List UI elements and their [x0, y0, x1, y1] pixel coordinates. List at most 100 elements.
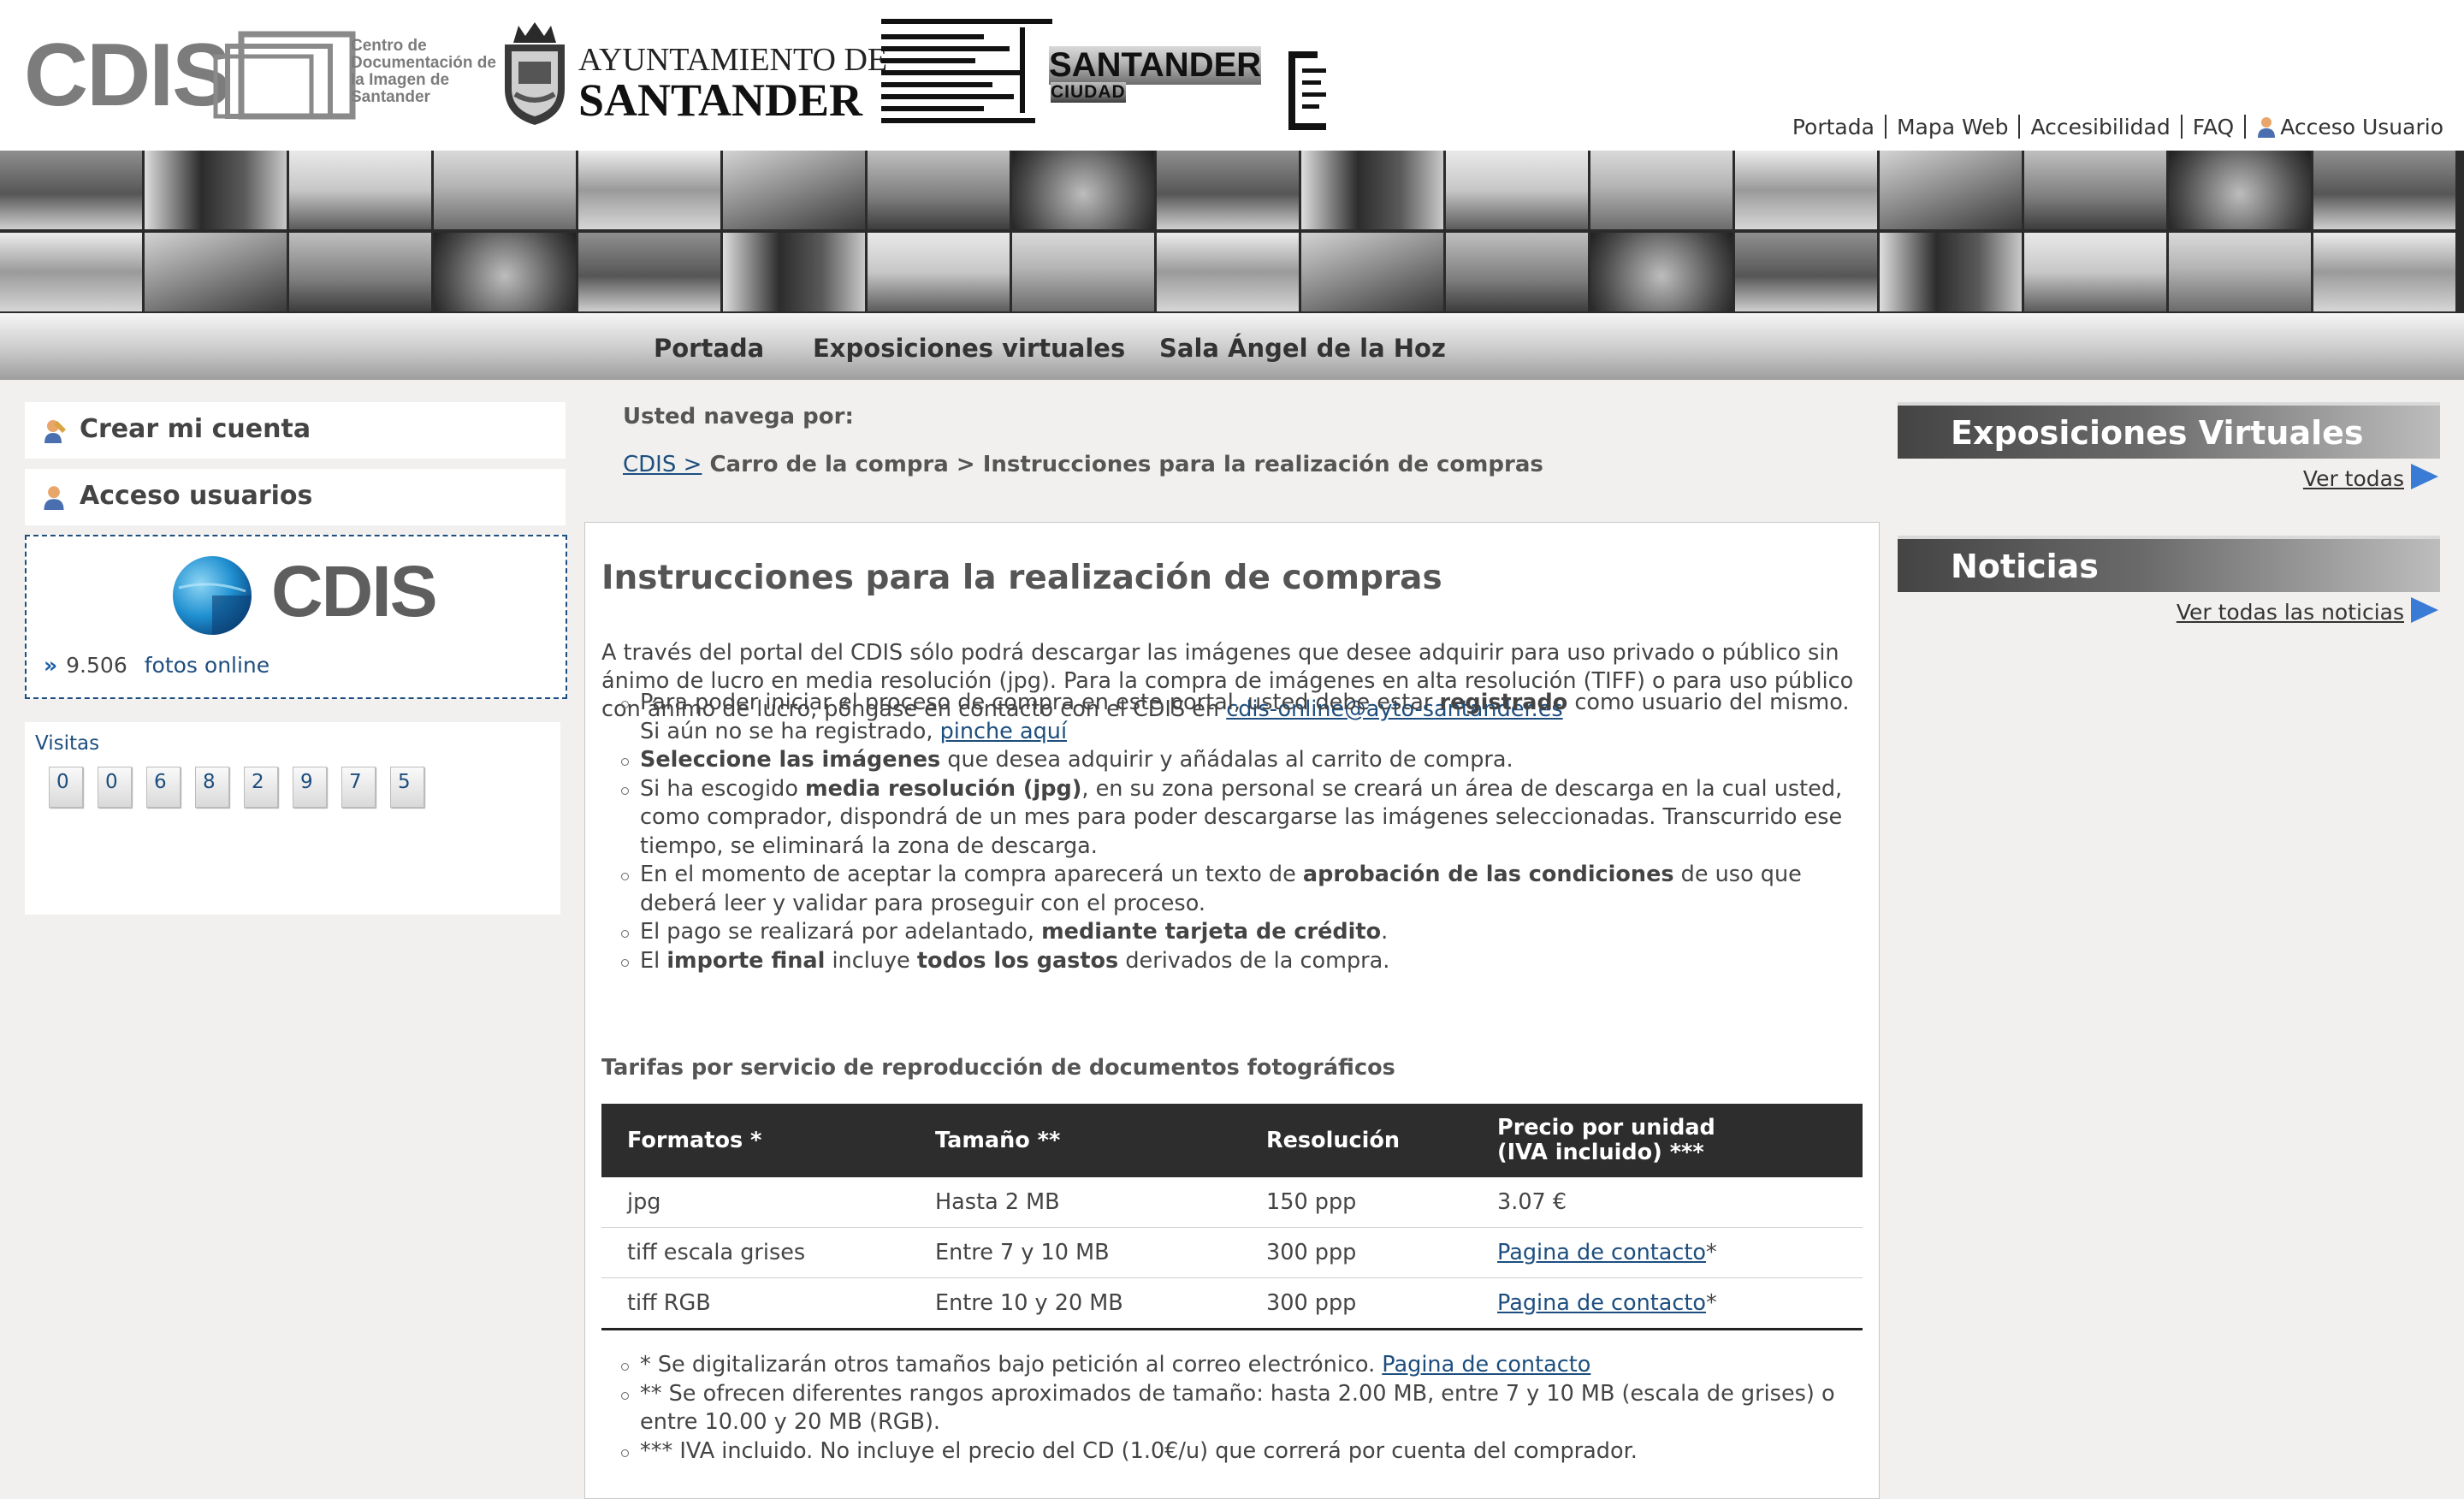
toplink-portada[interactable]: Portada — [1792, 115, 1875, 139]
banner-photo — [1157, 233, 1299, 311]
banner-photo — [145, 151, 287, 229]
santander-ciudad-line1: SANTANDER — [1049, 46, 1262, 85]
contact-page-link[interactable]: Pagina de contacto — [1497, 1240, 1706, 1265]
banner-photo — [1590, 233, 1732, 311]
banner-photo — [1301, 233, 1443, 311]
banner-photo — [868, 233, 1010, 311]
banner-photo — [723, 233, 865, 311]
banner-photo — [2024, 233, 2166, 311]
user-icon — [44, 486, 64, 510]
ver-todas-noticias-link[interactable]: Ver todas las noticias — [2177, 595, 2440, 625]
banner-photo — [1012, 151, 1154, 229]
visitas-label: Visitas — [35, 732, 100, 755]
visit-digit: 7 — [341, 767, 376, 808]
banner-photo — [2313, 151, 2455, 229]
globe-icon — [173, 556, 252, 635]
visit-digit: 2 — [244, 767, 278, 808]
banner-photo — [578, 233, 720, 311]
banner-photo — [1880, 233, 2022, 311]
banner-photo — [0, 151, 142, 229]
photos-count: 9.506 — [66, 653, 127, 678]
banner-photo — [1446, 151, 1588, 229]
cdis-photos-box: CDIS » 9.506 fotos online — [25, 535, 567, 699]
list-item: En el momento de aceptar la compra apare… — [601, 861, 1859, 918]
notes-list: * Se digitalizarán otros tamaños bajo pe… — [601, 1351, 1859, 1466]
nav-portada[interactable]: Portada — [654, 334, 764, 363]
double-chevron-icon: » — [44, 653, 58, 678]
noticias-header: Noticias — [1898, 536, 2440, 592]
breadcrumb-trail: Carro de la compra > Instrucciones para … — [709, 452, 1543, 477]
banner-photo — [1880, 151, 2022, 229]
top-links: Portada Mapa Web Accesibilidad FAQ Acceso Us… — [1792, 115, 2443, 139]
photo-banner — [0, 151, 2464, 313]
separator — [2018, 115, 2021, 139]
site-header: CDIS Centro de Documentación de la Image… — [0, 0, 2464, 151]
visit-digits: 0 0 6 8 2 9 7 5 — [49, 767, 424, 808]
cdis-logo-subtitle: Centro de Documentación de la Imagen de … — [351, 37, 496, 106]
main-content: Instrucciones para la realización de com… — [584, 522, 1880, 1499]
santander-ciudad-logo[interactable]: SANTANDER CIUDAD — [881, 19, 1326, 130]
contact-page-link[interactable]: Pagina de contacto — [1497, 1290, 1706, 1316]
table-row: tiff escala grises Entre 7 y 10 MB 300 p… — [601, 1227, 1863, 1278]
banner-photo — [145, 233, 287, 311]
list-item: * Se digitalizarán otros tamaños bajo pe… — [601, 1351, 1859, 1380]
table-row: jpg Hasta 2 MB 150 ppp 3.07 € — [601, 1177, 1863, 1228]
banner-photo — [1157, 151, 1299, 229]
acceso-usuarios-label[interactable]: Acceso usuarios — [80, 481, 312, 511]
cdis-frames-icon — [213, 31, 356, 120]
banner-photo — [434, 233, 576, 311]
banner-photo — [868, 151, 1010, 229]
separator — [1884, 115, 1886, 139]
separator — [2180, 115, 2183, 139]
visit-digit: 0 — [98, 767, 132, 808]
banner-photo — [289, 233, 431, 311]
list-item: Para poder iniciar el proceso de compra … — [601, 689, 1859, 746]
user-icon — [2258, 117, 2276, 138]
separator — [2244, 115, 2247, 139]
contact-page-link[interactable]: Pagina de contacto — [1382, 1352, 1590, 1378]
visit-digit: 0 — [49, 767, 83, 808]
table-header-row: Formatos * Tamaño ** Resolución Precio p… — [601, 1104, 1863, 1177]
main-nav: Portada Exposiciones virtuales Sala Ánge… — [0, 313, 2464, 380]
visit-digit: 9 — [293, 767, 327, 808]
crear-cuenta-box[interactable]: Crear mi cuenta — [25, 402, 566, 459]
breadcrumb-root-link[interactable]: CDIS > — [623, 452, 702, 477]
banner-photo — [2169, 233, 2311, 311]
santander-bracket-icon — [1288, 51, 1326, 130]
crear-cuenta-label[interactable]: Crear mi cuenta — [80, 414, 311, 444]
breadcrumb: CDIS > Carro de la compra > Instruccione… — [623, 452, 1543, 477]
acceso-usuarios-box[interactable]: Acceso usuarios — [25, 469, 566, 525]
santander-ciudad-line2: CIUDAD — [1051, 82, 1126, 103]
nav-sala-angel-de-la-hoz[interactable]: Sala Ángel de la Hoz — [1159, 334, 1446, 363]
col-header-tamano: Tamaño ** — [909, 1104, 1241, 1177]
register-link[interactable]: pinche aquí — [940, 719, 1067, 744]
toplink-acceso-usuario[interactable]: Acceso Usuario — [2280, 115, 2443, 139]
col-header-formatos: Formatos * — [601, 1104, 909, 1177]
nav-exposiciones-virtuales[interactable]: Exposiciones virtuales — [813, 334, 1125, 363]
triangle-arrow-icon — [2411, 597, 2438, 623]
ver-todas-link[interactable]: Ver todas — [2303, 462, 2440, 491]
toplink-mapa-web[interactable]: Mapa Web — [1897, 115, 2009, 139]
banner-photo — [578, 151, 720, 229]
banner-photo — [434, 151, 576, 229]
instructions-list: Para poder iniciar el proceso de compra … — [601, 689, 1859, 975]
exposiciones-virtuales-title: Exposiciones Virtuales — [1951, 414, 2364, 452]
exposiciones-virtuales-header: Exposiciones Virtuales — [1898, 402, 2440, 459]
toplink-faq[interactable]: FAQ — [2193, 115, 2234, 139]
toplink-accesibilidad[interactable]: Accesibilidad — [2030, 115, 2170, 139]
visit-digit: 8 — [195, 767, 229, 808]
breadcrumb-label: Usted navega por: — [623, 404, 854, 430]
banner-photo — [723, 151, 865, 229]
list-item: El importe final incluye todos los gasto… — [601, 947, 1859, 976]
santander-stripes-icon — [881, 19, 1052, 123]
pen-user-icon — [44, 420, 66, 443]
photos-online-link[interactable]: fotos online — [145, 653, 270, 678]
list-item: El pago se realizará por adelantado, med… — [601, 918, 1859, 947]
noticias-title: Noticias — [1951, 548, 2099, 585]
table-row: tiff RGB Entre 10 y 20 MB 300 ppp Pagina… — [601, 1277, 1863, 1330]
banner-photo — [1012, 233, 1154, 311]
cdis-logo-text: CDIS — [24, 26, 231, 125]
page-title: Instrucciones para la realización de com… — [601, 559, 1442, 597]
ayuntamiento-line2: SANTANDER — [578, 74, 863, 126]
col-header-resolucion: Resolución — [1241, 1104, 1472, 1177]
